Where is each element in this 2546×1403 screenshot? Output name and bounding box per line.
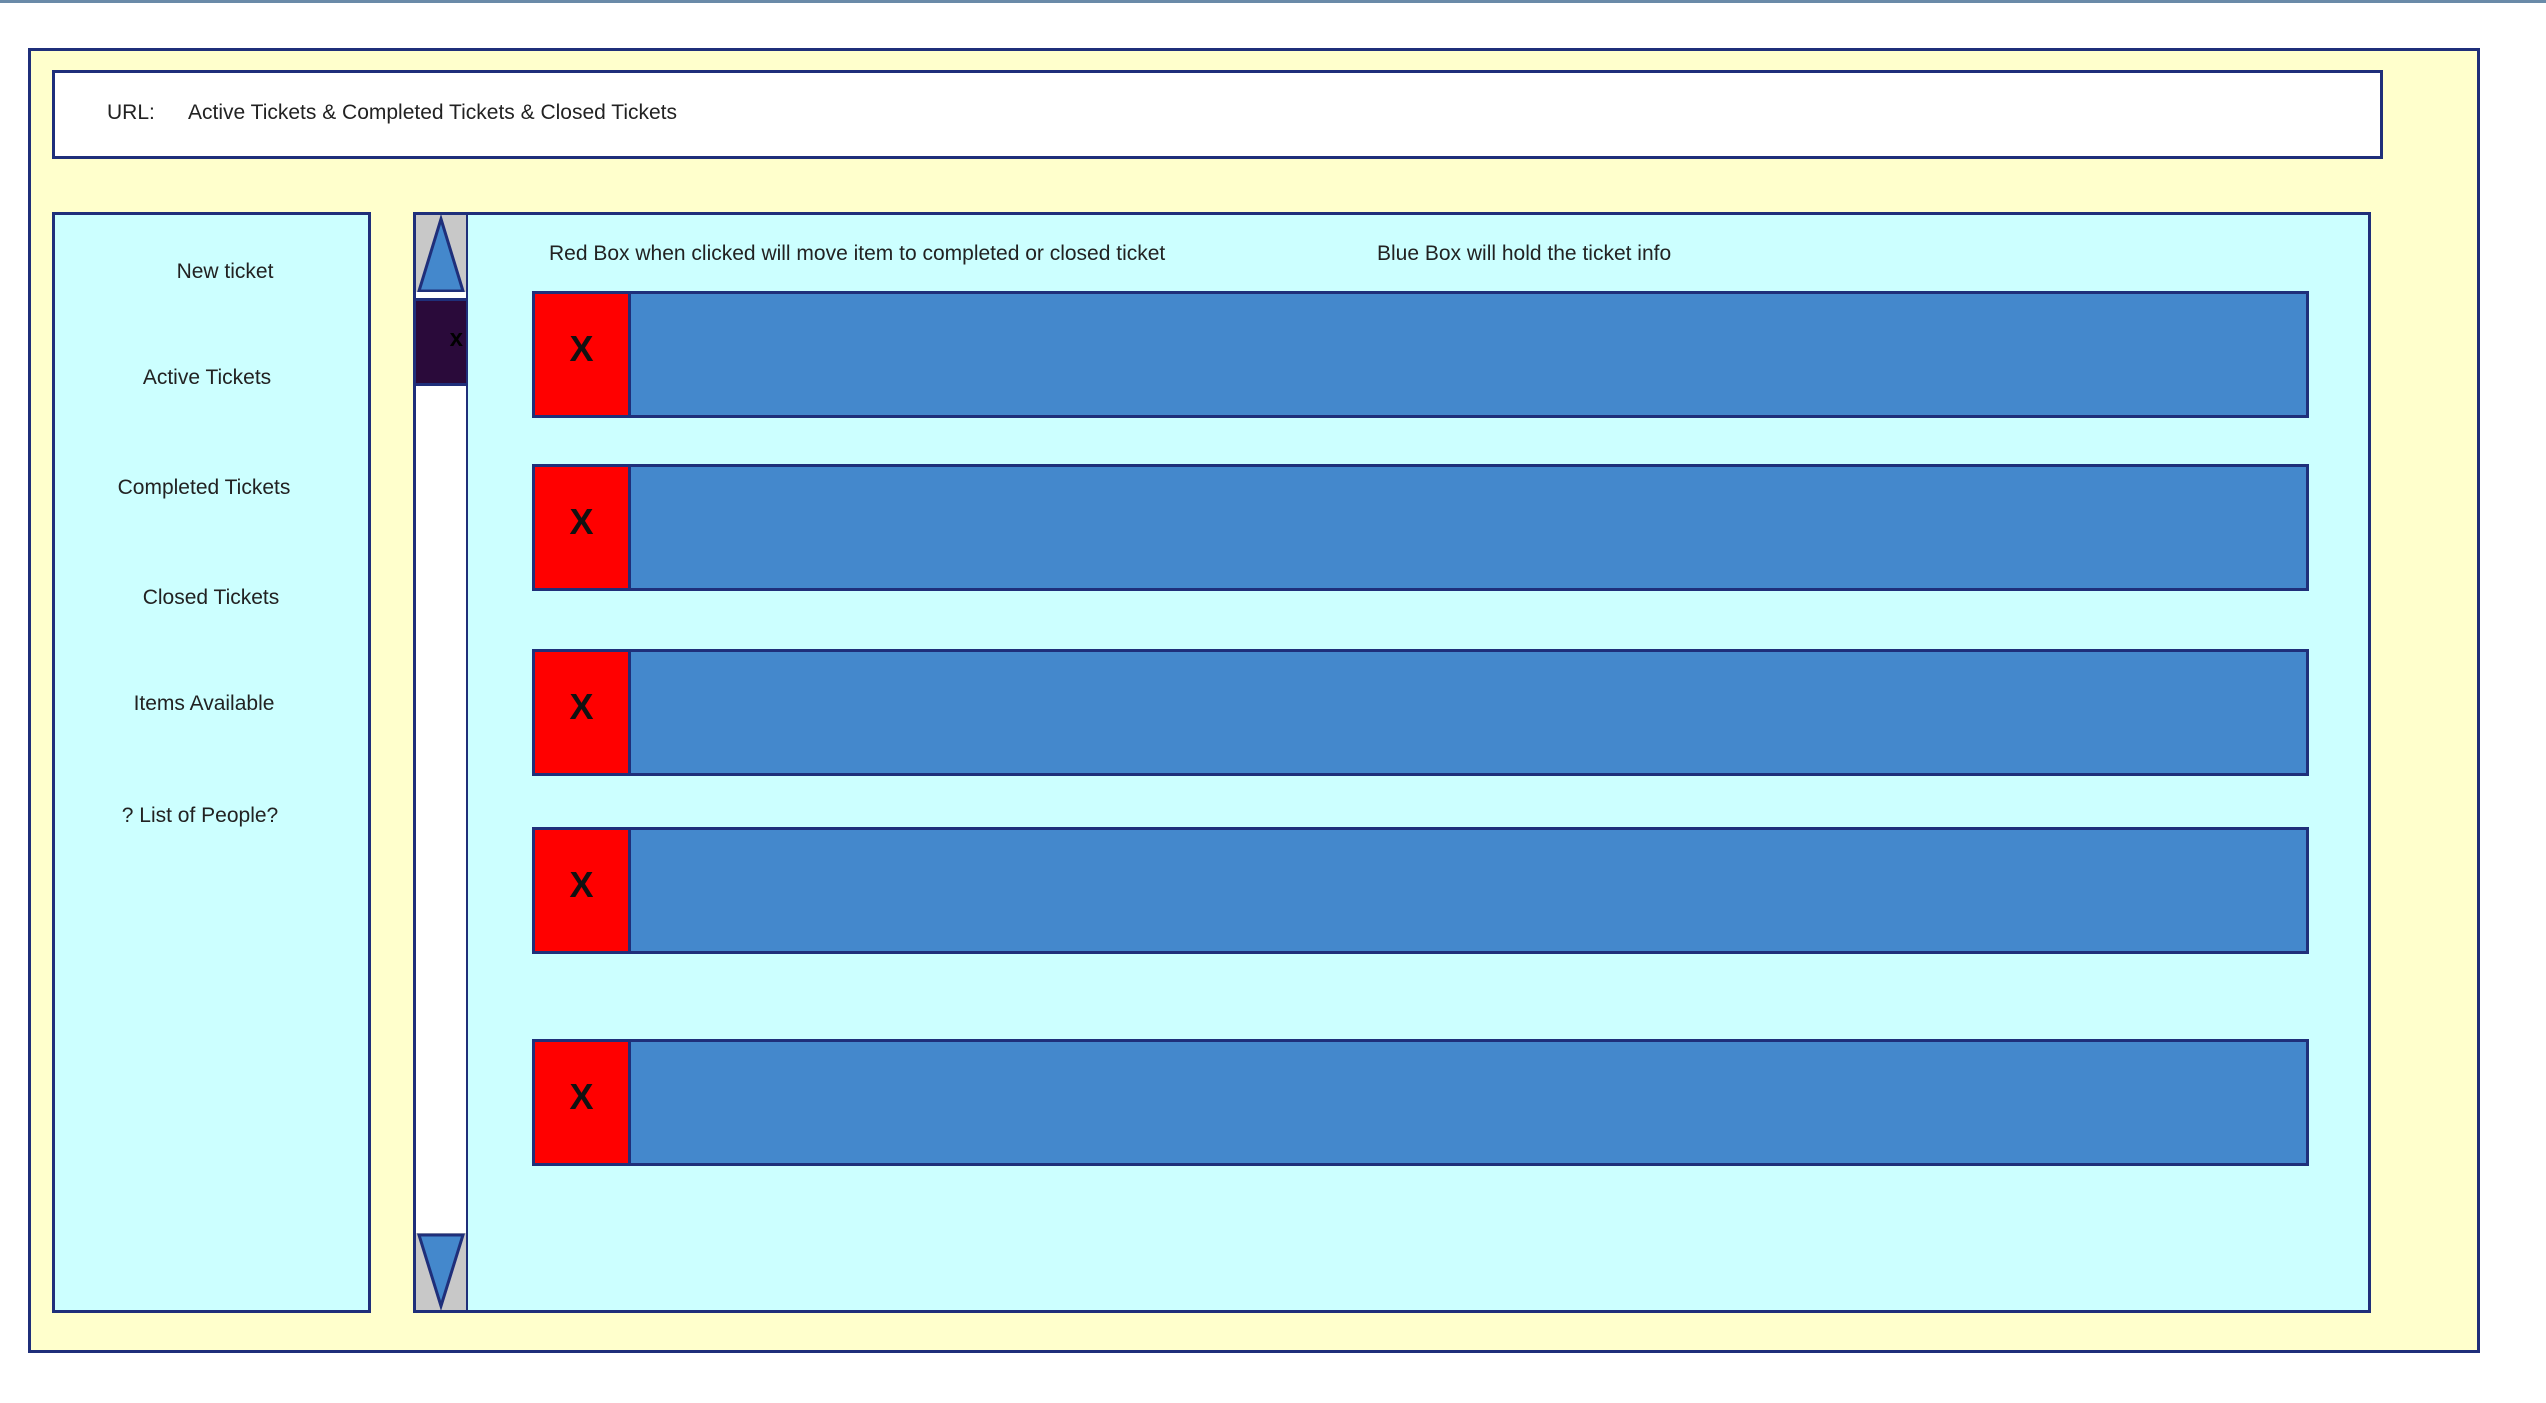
close-x-label: X [569,328,594,369]
ticket-row: X [532,1039,2309,1166]
close-x-label: X [569,686,594,727]
url-bar[interactable]: URL: Active Tickets & Completed Tickets … [52,70,2383,159]
scroll-down-button[interactable] [416,1233,466,1310]
sidebar-item-completed-tickets[interactable]: Completed Tickets [118,476,291,500]
red-box-note: Red Box when clicked will move item to c… [549,242,1166,265]
top-divider [0,0,2546,3]
ticket-info-box[interactable] [628,827,2309,954]
ticket-row: X [532,649,2309,776]
move-ticket-button[interactable]: X [532,291,631,418]
move-ticket-button[interactable]: X [532,1039,631,1166]
sidebar-nav: New ticket Active Tickets Completed Tick… [52,212,371,1313]
ticket-info-box[interactable] [628,291,2309,418]
triangle-down-icon [416,1233,466,1310]
ticket-list-panel: Red Box when clicked will move item to c… [466,212,2371,1313]
scroll-thumb-x-label: x [449,325,463,352]
url-value[interactable]: Active Tickets & Completed Tickets & Clo… [188,101,677,125]
ticket-info-box[interactable] [628,1039,2309,1166]
sidebar-item-list-of-people[interactable]: ? List of People? [122,804,278,828]
triangle-up-icon [417,215,465,292]
sidebar-item-active-tickets[interactable]: Active Tickets [143,366,271,390]
close-x-label: X [569,501,594,542]
ticket-info-box[interactable] [628,649,2309,776]
move-ticket-button[interactable]: X [532,827,631,954]
wireframe-canvas: URL: Active Tickets & Completed Tickets … [0,0,2546,1403]
vertical-scrollbar[interactable]: x [413,212,469,1313]
ticket-row: X [532,464,2309,591]
sidebar-item-new-ticket[interactable]: New ticket [177,260,274,284]
close-x-label: X [569,1076,594,1117]
blue-box-note: Blue Box will hold the ticket info [1377,242,1672,265]
url-label: URL: [107,101,155,124]
sidebar-item-closed-tickets[interactable]: Closed Tickets [143,586,280,610]
scroll-up-button[interactable] [416,215,466,292]
close-x-label: X [569,864,594,905]
scroll-thumb[interactable]: x [416,298,466,386]
ticket-row: X [532,291,2309,418]
ticket-info-box[interactable] [628,464,2309,591]
sidebar-item-items-available[interactable]: Items Available [134,692,275,716]
move-ticket-button[interactable]: X [532,464,631,591]
move-ticket-button[interactable]: X [532,649,631,776]
ticket-row: X [532,827,2309,954]
